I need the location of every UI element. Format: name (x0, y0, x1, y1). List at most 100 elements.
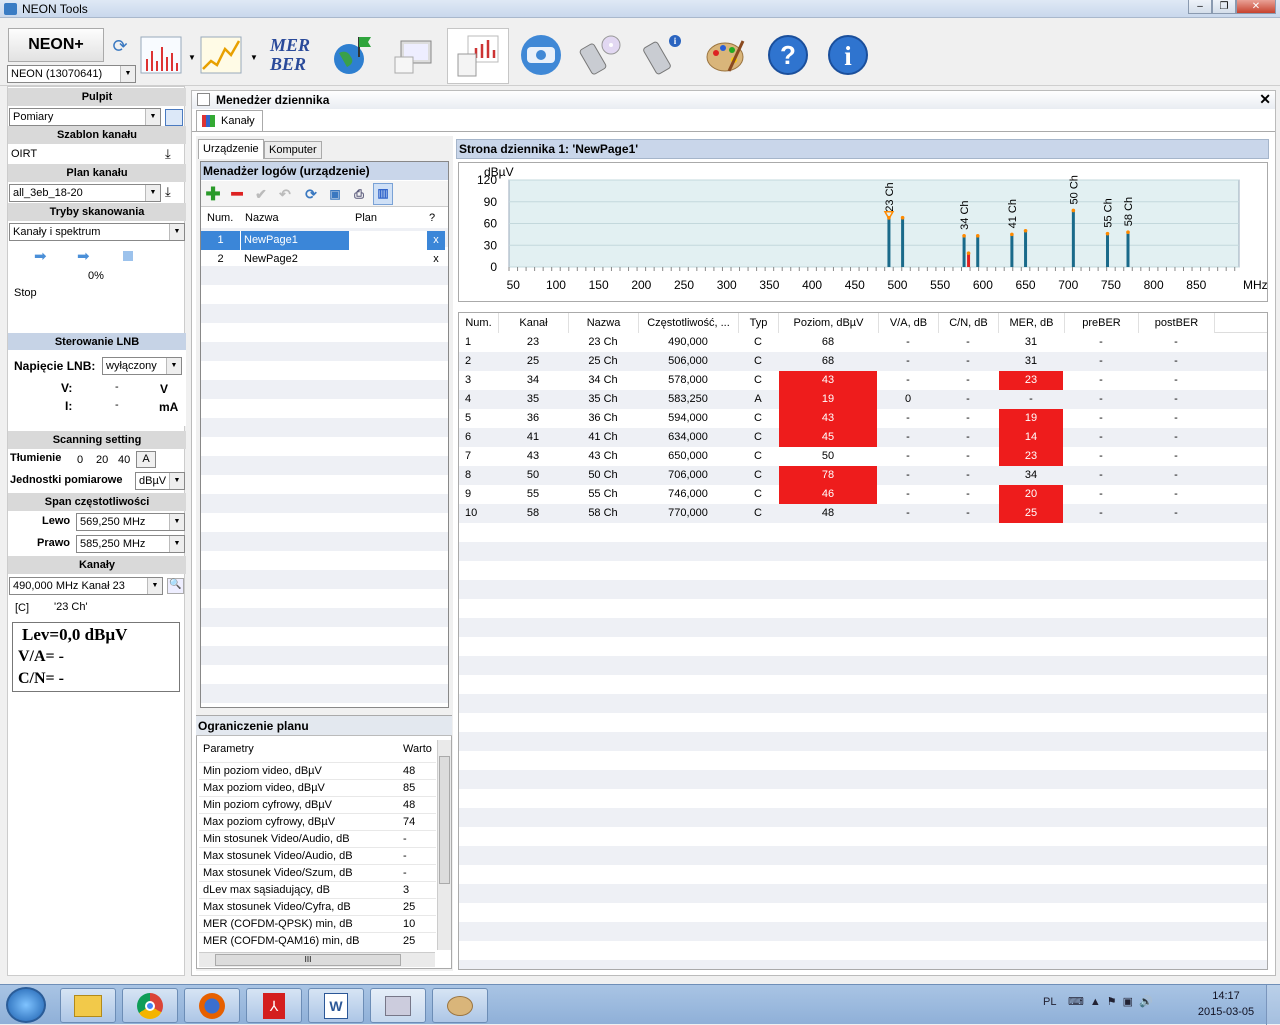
tab-device[interactable]: Urządzenie (198, 139, 264, 159)
download-icon[interactable]: ⤓ (165, 146, 183, 162)
refresh-icon[interactable]: ⟳ (108, 34, 132, 58)
channel-select[interactable]: 490,000 MHz Kanał 23 ▼ (9, 577, 163, 595)
word-taskbar-icon[interactable]: W (308, 988, 364, 1023)
plan-row[interactable]: Max stosunek Video/Szum, dB - (199, 864, 436, 881)
results-row[interactable]: 5 36 36 Ch 594,000 C 43 - - 19 - - (459, 409, 1267, 428)
results-col-header[interactable]: Nazwa (569, 313, 639, 333)
log-row[interactable]: 1 NewPage1 x (201, 231, 445, 250)
save-icon[interactable] (165, 109, 183, 126)
fast-forward-icon[interactable]: ➡ (77, 247, 90, 265)
plan-row[interactable]: Min poziom video, dBµV 48 (199, 762, 436, 779)
start-button[interactable] (6, 987, 46, 1023)
plan-row[interactable]: Min poziom cyfrowy, dBµV 48 (199, 796, 436, 813)
units-select[interactable]: dBµV ▼ (135, 472, 185, 490)
results-row[interactable]: 7 43 43 Ch 650,000 C 50 - - 23 - - (459, 447, 1267, 466)
plan-hscrollbar[interactable]: III (199, 952, 435, 967)
chrome-taskbar-icon[interactable] (122, 988, 178, 1023)
print-icon[interactable]: ⎙ (349, 185, 369, 203)
results-col-header[interactable]: Typ (739, 313, 779, 333)
tab-computer[interactable]: Komputer (264, 141, 322, 159)
results-col-header[interactable]: Num. (459, 313, 499, 333)
plan-row[interactable]: MER (COFDM-QAM16) min, dB 25 (199, 932, 436, 949)
remove-icon[interactable]: ━ (227, 185, 247, 203)
results-row[interactable]: 3 34 34 Ch 578,000 C 43 - - 23 - - (459, 371, 1267, 390)
device-select[interactable]: NEON (13070641) ▼ (7, 65, 136, 83)
device-button[interactable]: NEON+ (8, 28, 104, 62)
info-icon[interactable]: i (825, 32, 871, 78)
results-row[interactable]: 8 50 50 Ch 706,000 C 78 - - 34 - - (459, 466, 1267, 485)
attn-option-40[interactable]: 40 (118, 454, 130, 466)
plan-vscrollbar[interactable] (437, 740, 451, 950)
globe-flag-icon[interactable] (328, 32, 374, 78)
download-icon[interactable]: ⤓ (165, 184, 183, 200)
save-icon[interactable]: ▣ (325, 185, 345, 203)
log-row-delete[interactable]: x (427, 231, 445, 250)
results-col-header[interactable]: Poziom, dBµV (779, 313, 879, 333)
spectrum-chart-icon[interactable] (138, 32, 184, 78)
check-icon[interactable]: ✔ (251, 185, 271, 203)
plan-row[interactable]: dLev max sąsiadujący, dB 3 (199, 881, 436, 898)
plan-row[interactable]: Max stosunek Video/Audio, dB - (199, 847, 436, 864)
attn-auto-button[interactable]: A (136, 451, 156, 468)
line-chart-icon[interactable] (198, 32, 244, 78)
plan-hscroll-thumb[interactable]: III (215, 954, 401, 966)
chevron-down-icon[interactable]: ▼ (188, 53, 196, 62)
results-col-header[interactable]: Kanał (499, 313, 569, 333)
log-row-delete[interactable]: x (427, 250, 445, 269)
tray-icons[interactable]: ⌨▲⚑▣🔊 (1068, 995, 1159, 1008)
tv-transfer-icon[interactable] (392, 32, 438, 78)
span-right-input[interactable]: 585,250 MHz ▼ (76, 535, 185, 553)
stop-icon[interactable] (123, 251, 133, 261)
plan-row[interactable]: MER (COFDM-QPSK) min, dB 10 (199, 915, 436, 932)
attn-option-0[interactable]: 0 (77, 454, 83, 466)
results-col-header[interactable]: postBER (1139, 313, 1215, 333)
explorer-taskbar-icon[interactable] (60, 988, 116, 1023)
results-row[interactable]: 1 23 23 Ch 490,000 C 68 - - 31 - - (459, 333, 1267, 352)
tab-channels[interactable]: Kanały (196, 110, 263, 132)
results-col-header[interactable]: C/N, dB (939, 313, 999, 333)
mer-ber-icon[interactable]: MER BER (270, 36, 320, 78)
results-col-header[interactable]: preBER (1065, 313, 1139, 333)
palette-icon[interactable] (702, 32, 748, 78)
log-row[interactable]: 2 NewPage2 x (201, 250, 445, 269)
maximize-button[interactable]: ❐ (1212, 0, 1236, 14)
plan-select[interactable]: all_3eb_18-20 ▼ (9, 184, 161, 202)
minimize-button[interactable]: – (1188, 0, 1212, 14)
close-icon[interactable]: ✕ (1259, 91, 1271, 108)
show-desktop-button[interactable] (1266, 985, 1280, 1025)
plan-vscroll-thumb[interactable] (439, 756, 450, 884)
results-row[interactable]: 2 25 25 Ch 506,000 C 68 - - 31 - - (459, 352, 1267, 371)
scan-mode-select[interactable]: Kanały i spektrum ▼ (9, 223, 185, 241)
meter-info-icon[interactable]: i (640, 32, 686, 78)
plan-row[interactable]: Max poziom video, dBµV 85 (199, 779, 436, 796)
results-col-header[interactable]: MER, dB (999, 313, 1065, 333)
disc-icon[interactable] (518, 32, 564, 78)
search-icon[interactable]: 🔍 (167, 578, 184, 594)
results-row[interactable]: 10 58 58 Ch 770,000 C 48 - - 25 - - (459, 504, 1267, 523)
firefox-taskbar-icon[interactable] (184, 988, 240, 1023)
chart-view-icon[interactable]: ▥ (373, 183, 393, 205)
results-col-header[interactable]: V/A, dB (879, 313, 939, 333)
results-col-header[interactable]: Częstotliwość, ... (639, 313, 739, 333)
plan-row[interactable]: Max poziom cyfrowy, dBµV 74 (199, 813, 436, 830)
chevron-down-icon[interactable]: ▼ (250, 53, 258, 62)
meter-cd-icon[interactable] (578, 32, 624, 78)
language-indicator[interactable]: PL (1043, 996, 1056, 1008)
pdf-taskbar-icon[interactable]: ⅄ (246, 988, 302, 1023)
undo-icon[interactable]: ↶ (275, 185, 295, 203)
span-left-input[interactable]: 569,250 MHz ▼ (76, 513, 185, 531)
help-icon[interactable]: ? (765, 32, 811, 78)
plan-row[interactable]: Min stosunek Video/Audio, dB - (199, 830, 436, 847)
add-icon[interactable]: ✚ (203, 185, 223, 203)
results-row[interactable]: 9 55 55 Ch 746,000 C 46 - - 20 - - (459, 485, 1267, 504)
paint-taskbar-icon[interactable] (432, 988, 488, 1023)
close-window-button[interactable]: ✕ (1236, 0, 1276, 14)
attn-option-20[interactable]: 20 (96, 454, 108, 466)
refresh-icon[interactable]: ⟳ (301, 185, 321, 203)
results-row[interactable]: 6 41 41 Ch 634,000 C 45 - - 14 - - (459, 428, 1267, 447)
pulpit-select[interactable]: Pomiary ▼ (9, 108, 161, 126)
results-row[interactable]: 4 35 35 Ch 583,250 A 19 0 - - - - (459, 390, 1267, 409)
step-forward-icon[interactable]: ➡ (34, 247, 47, 265)
plan-row[interactable]: Max stosunek Video/Cyfra, dB 25 (199, 898, 436, 915)
neon-tools-taskbar-icon[interactable] (370, 988, 426, 1023)
